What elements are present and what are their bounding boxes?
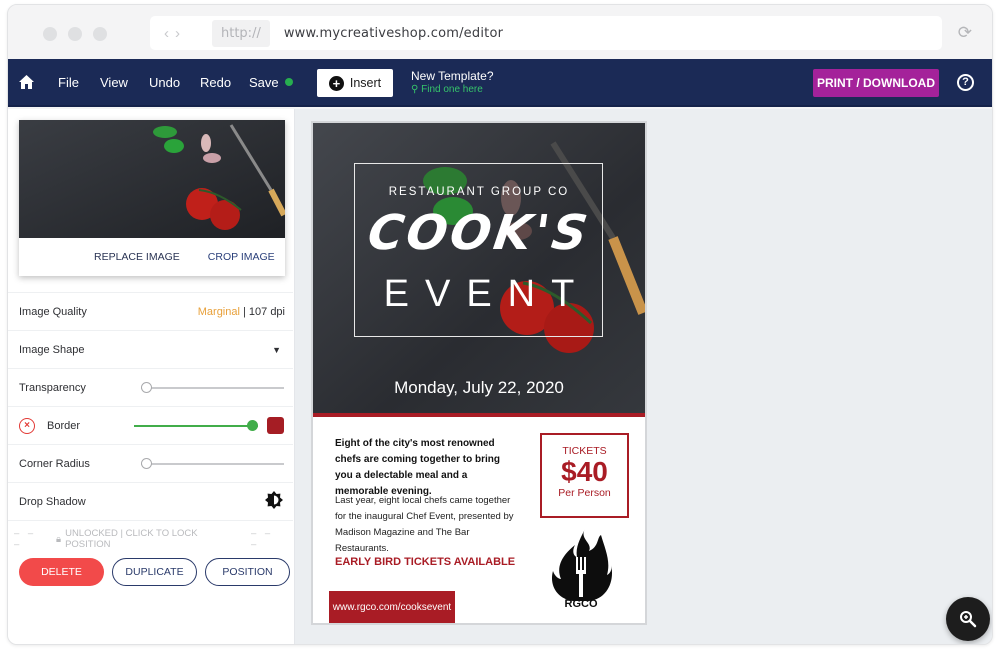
divider xyxy=(8,520,293,521)
redo-button[interactable]: Redo xyxy=(200,59,231,105)
reload-icon[interactable]: ⟳ xyxy=(958,23,972,43)
image-dpi: | 107 dpi xyxy=(239,305,285,318)
border-color-swatch[interactable] xyxy=(267,417,284,434)
company-name[interactable]: RESTAURANT GROUP CO xyxy=(313,186,645,198)
minimize-window-dot[interactable] xyxy=(68,27,82,41)
maximize-window-dot[interactable] xyxy=(93,27,107,41)
search-icon: ⚲ xyxy=(411,84,419,95)
border-label: Border xyxy=(47,419,81,432)
save-status-indicator xyxy=(284,78,293,86)
chevron-down-icon[interactable]: ▼ xyxy=(272,345,281,355)
website-box[interactable]: www.rgco.com/cooksevent xyxy=(329,591,455,623)
image-quality-info: Marginal | 107 dpi xyxy=(198,306,285,318)
title-line-1[interactable]: COOK'S xyxy=(313,205,645,261)
history-paragraph[interactable]: Last year, eight local chefs came togeth… xyxy=(335,493,520,557)
drop-shadow-row: Drop Shadow xyxy=(8,482,293,520)
position-button[interactable]: POSITION xyxy=(205,558,290,586)
image-quality-row: Image Quality Marginal | 107 dpi xyxy=(8,292,293,330)
design-canvas[interactable]: RESTAURANT GROUP CO COOK'S EVENT Monday,… xyxy=(295,109,992,644)
transparency-row: Transparency xyxy=(8,368,293,406)
zoom-button[interactable] xyxy=(946,597,990,641)
back-forward-icon[interactable]: ‹› xyxy=(164,25,204,42)
view-menu[interactable]: View xyxy=(100,59,128,105)
remove-border-icon[interactable]: × xyxy=(19,417,35,434)
undo-button[interactable]: Undo xyxy=(149,59,180,105)
image-shape-row[interactable]: Image Shape ▼ xyxy=(8,330,293,368)
tickets-box[interactable]: TICKETS $40 Per Person xyxy=(540,433,629,518)
close-window-dot[interactable] xyxy=(43,27,57,41)
file-menu[interactable]: File xyxy=(58,59,79,105)
image-thumbnail[interactable] xyxy=(19,120,285,238)
find-template-link[interactable]: ⚲ Find one here xyxy=(411,83,494,97)
zoom-in-icon xyxy=(960,611,977,628)
help-icon[interactable]: ? xyxy=(957,74,974,91)
browser-window: ‹› http:// www.mycreativeshop.com/editor… xyxy=(7,4,993,645)
hero-image[interactable]: RESTAURANT GROUP CO COOK'S EVENT Monday,… xyxy=(313,123,645,413)
window-controls xyxy=(43,27,107,41)
transparency-slider[interactable] xyxy=(141,382,284,393)
early-bird-text[interactable]: EARLY BIRD TICKETS AVAILABLE xyxy=(335,556,515,568)
border-width-slider[interactable] xyxy=(134,420,258,431)
drop-shadow-toggle-icon[interactable] xyxy=(265,491,283,512)
transparency-label: Transparency xyxy=(19,381,86,394)
corner-radius-label: Corner Radius xyxy=(19,457,90,470)
border-row: × Border xyxy=(8,406,293,444)
insert-button[interactable]: + Insert xyxy=(317,69,393,97)
lock-position-toggle[interactable]: – – – 🔒︎ UNLOCKED | CLICK TO LOCK POSITI… xyxy=(8,528,293,550)
border-slider-knob[interactable] xyxy=(247,420,258,431)
save-button[interactable]: Save xyxy=(249,59,293,105)
image-card: REPLACE IMAGE CROP IMAGE xyxy=(19,120,285,276)
ticket-price: $40 xyxy=(561,456,608,487)
corner-radius-slider[interactable] xyxy=(141,458,284,469)
url-protocol: http:// xyxy=(212,19,270,47)
lock-status-text: UNLOCKED | CLICK TO LOCK POSITION xyxy=(65,528,198,550)
intro-paragraph[interactable]: Eight of the city's most renowned chefs … xyxy=(335,436,520,500)
event-date[interactable]: Monday, July 22, 2020 xyxy=(313,378,645,398)
title-line-2[interactable]: EVENT xyxy=(313,273,645,316)
insert-label: Insert xyxy=(349,76,382,90)
image-shape-label: Image Shape xyxy=(19,343,85,356)
editor-toolbar: File View Undo Redo Save + Insert New Te… xyxy=(8,59,992,107)
corner-radius-slider-knob[interactable] xyxy=(141,458,152,469)
flyer-page[interactable]: RESTAURANT GROUP CO COOK'S EVENT Monday,… xyxy=(311,121,647,625)
delete-button[interactable]: DELETE xyxy=(19,558,104,586)
crop-image-button[interactable]: CROP IMAGE xyxy=(208,251,275,263)
save-label: Save xyxy=(249,74,279,90)
plus-icon: + xyxy=(328,75,344,91)
image-actions: REPLACE IMAGE CROP IMAGE xyxy=(19,238,285,276)
lock-icon: 🔒︎ xyxy=(56,533,62,545)
logo-text: RGCO xyxy=(565,598,598,609)
rgco-logo[interactable]: RGCO xyxy=(549,527,613,610)
replace-image-button[interactable]: REPLACE IMAGE xyxy=(94,251,180,263)
image-quality-value: Marginal xyxy=(197,305,240,318)
url-text[interactable]: www.mycreativeshop.com/editor xyxy=(284,26,503,41)
browser-chrome: ‹› http:// www.mycreativeshop.com/editor… xyxy=(8,5,992,59)
action-buttons: DELETE DUPLICATE POSITION xyxy=(19,558,290,586)
new-template-label: New Template? xyxy=(411,69,494,83)
duplicate-button[interactable]: DUPLICATE xyxy=(112,558,197,586)
address-bar[interactable]: ‹› http:// www.mycreativeshop.com/editor xyxy=(150,16,942,50)
transparency-slider-knob[interactable] xyxy=(141,382,152,393)
drop-shadow-label: Drop Shadow xyxy=(19,495,86,508)
accent-bar xyxy=(313,413,645,417)
per-person-label: Per Person xyxy=(558,487,611,499)
image-quality-label: Image Quality xyxy=(19,305,87,318)
print-download-button[interactable]: PRINT / DOWNLOAD xyxy=(813,69,939,97)
corner-radius-row: Corner Radius xyxy=(8,444,293,482)
new-template-prompt: New Template? ⚲ Find one here xyxy=(411,69,494,97)
home-icon[interactable] xyxy=(19,59,34,105)
properties-sidebar: REPLACE IMAGE CROP IMAGE Image Quality M… xyxy=(8,109,295,644)
